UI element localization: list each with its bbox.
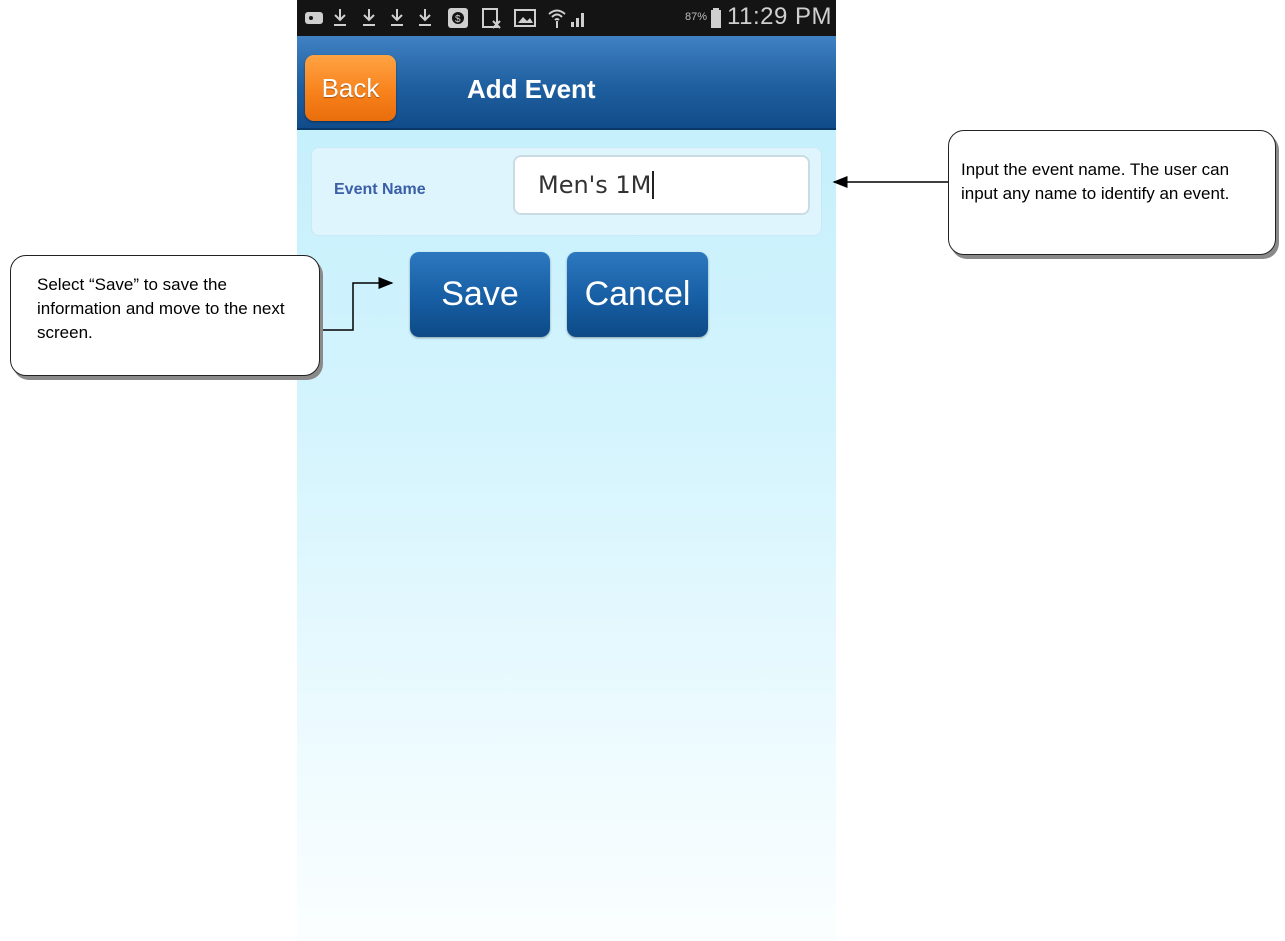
save-arrow (320, 277, 394, 331)
event-name-note: Input the event name. The user can input… (961, 160, 1230, 203)
event-name-callout: Input the event name. The user can input… (948, 130, 1276, 255)
save-note: Select “Save” to save the information an… (37, 275, 285, 342)
save-callout: Select “Save” to save the information an… (10, 255, 320, 376)
